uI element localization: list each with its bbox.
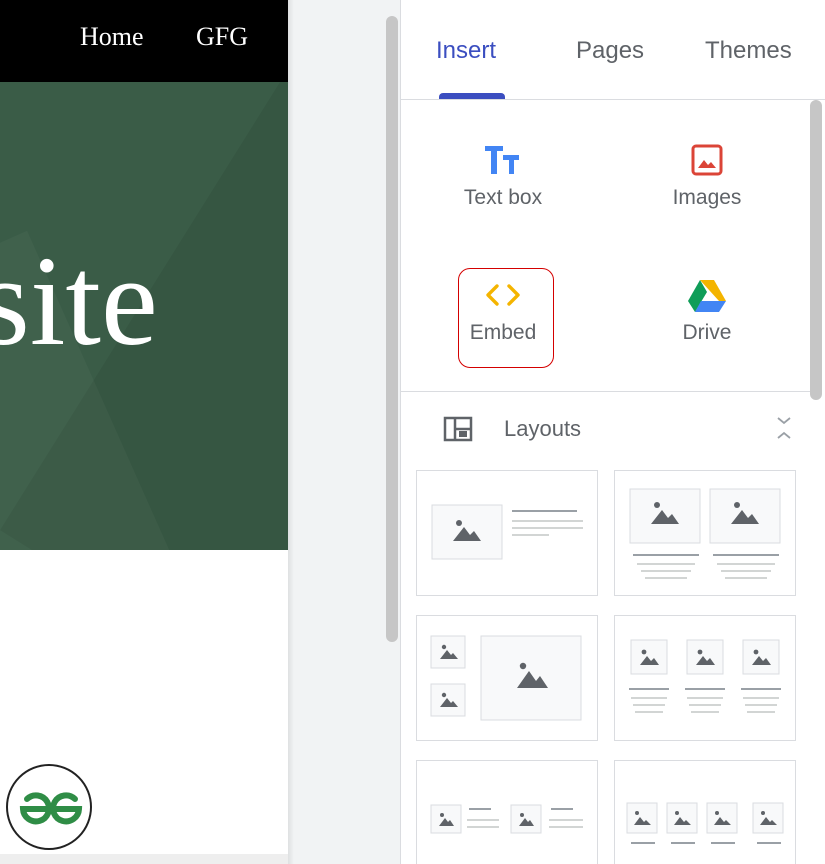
insert-images-button[interactable]: Images — [637, 120, 777, 230]
layouts-section-header[interactable]: Layouts — [401, 400, 811, 456]
embed-highlight-box — [458, 268, 554, 368]
preview-bottom-strip — [0, 854, 288, 864]
site-preview: Home GFG site — [0, 0, 288, 864]
layout-option-two-images[interactable] — [614, 470, 796, 596]
preview-shadow — [288, 0, 294, 864]
drive-label: Drive — [682, 321, 732, 344]
layout-preview — [629, 488, 781, 579]
layout-option-two-small-image-text[interactable] — [416, 760, 598, 864]
tab-insert[interactable]: Insert — [436, 37, 496, 65]
insert-panel: Insert Pages Themes Text box Images Embe… — [400, 0, 825, 864]
layout-preview — [431, 504, 583, 560]
hero-title: site — [0, 230, 158, 372]
layout-grid-icon — [443, 416, 473, 447]
nav-link-home[interactable]: Home — [80, 22, 144, 52]
section-divider — [401, 391, 811, 392]
gfg-logo — [6, 764, 92, 850]
active-tab-indicator — [439, 93, 505, 99]
google-drive-icon — [637, 275, 777, 315]
tab-pages[interactable]: Pages — [576, 37, 644, 65]
image-icon — [637, 140, 777, 180]
layouts-label: Layouts — [504, 416, 582, 441]
layout-preview — [626, 802, 784, 844]
insert-drive-button[interactable]: Drive — [637, 255, 777, 365]
site-navbar: Home GFG — [0, 0, 288, 82]
gfg-logo-icon — [19, 792, 83, 825]
layout-preview — [430, 635, 582, 721]
layout-option-four-images[interactable] — [614, 760, 796, 864]
images-label: Images — [672, 186, 742, 209]
editor-gutter — [288, 0, 400, 864]
text-box-icon — [433, 140, 573, 180]
panel-tabs: Insert Pages Themes — [401, 0, 825, 100]
nav-link-gfg[interactable]: GFG — [196, 22, 248, 52]
unfold-less-icon[interactable] — [774, 415, 794, 446]
text-box-label: Text box — [463, 186, 543, 209]
insert-text-box-button[interactable]: Text box — [433, 120, 573, 230]
layout-preview — [430, 804, 583, 834]
preview-scrollbar[interactable] — [386, 16, 398, 642]
layout-option-three-images[interactable] — [614, 615, 796, 741]
tab-themes[interactable]: Themes — [705, 37, 792, 65]
layout-option-image-text[interactable] — [416, 470, 598, 596]
layout-preview — [629, 639, 781, 713]
layout-option-gallery[interactable] — [416, 615, 598, 741]
panel-scrollbar[interactable] — [810, 100, 822, 400]
hero-banner[interactable]: site — [0, 82, 288, 550]
